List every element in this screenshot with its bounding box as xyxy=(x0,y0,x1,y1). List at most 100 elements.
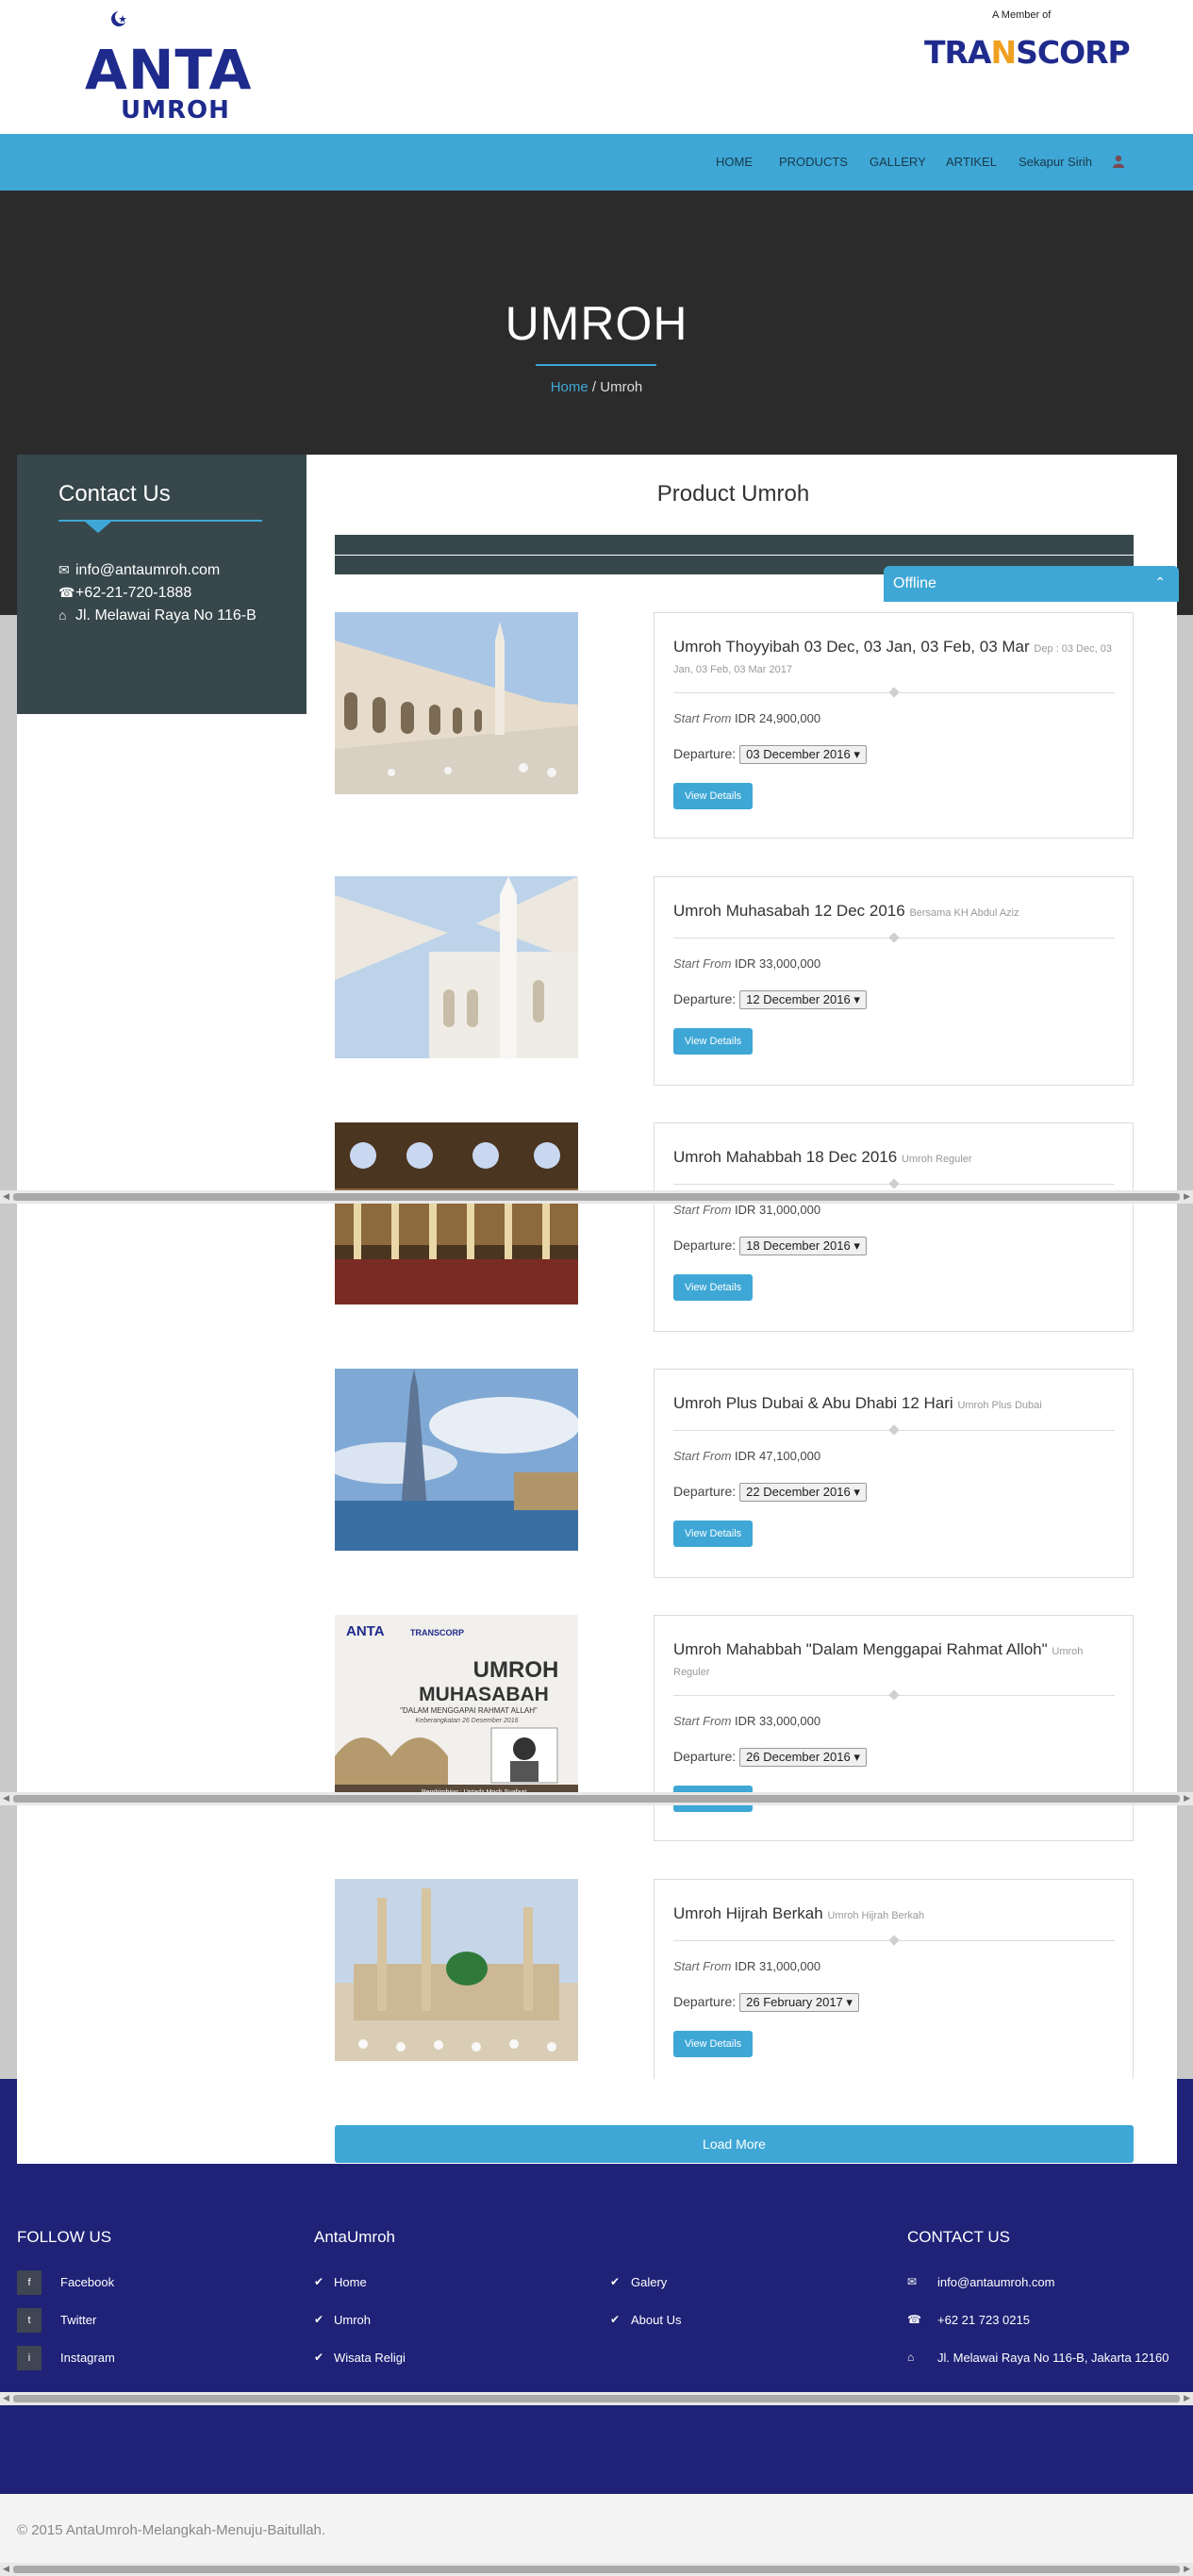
site-header: ANTA UMROH A Member of TRANSCORP xyxy=(0,0,1193,134)
scroll-left-arrow-icon[interactable]: ◀ xyxy=(3,1191,9,1202)
view-details-button-1[interactable]: View Details xyxy=(673,783,753,809)
footer-instagram-link[interactable]: Instagram xyxy=(60,2351,115,2365)
check-icon: ✔ xyxy=(314,2351,324,2364)
departure-select-1[interactable]: 03 December 2016 ▾ xyxy=(739,745,867,764)
product-name-4[interactable]: Umroh Plus Dubai & Abu Dhabi 12 Hari Umr… xyxy=(673,1394,1117,1415)
main-navbar: HOME PRODUCTS GALLERY ARTIKEL Sekapur Si… xyxy=(0,134,1193,191)
product-subtitle-6: Umroh Hijrah Berkah xyxy=(827,1910,925,1921)
horizontal-scrollbar[interactable]: ◀ ▶ xyxy=(0,2563,1193,2576)
footer-link-about-us[interactable]: About Us xyxy=(631,2313,681,2327)
crescent-icon xyxy=(111,10,128,26)
product-title-3: Umroh Mahabbah 18 Dec 2016 xyxy=(673,1148,898,1166)
product-price-4: Start From IDR 47,100,000 xyxy=(673,1449,820,1463)
product-price-6: Start From IDR 31,000,000 xyxy=(673,1959,820,1973)
horizontal-scrollbar[interactable]: ◀ ▶ xyxy=(0,1190,1193,1204)
product-name-5[interactable]: Umroh Mahabbah "Dalam Menggapai Rahmat A… xyxy=(673,1640,1117,1682)
contact-email[interactable]: info@antaumroh.com xyxy=(75,562,220,578)
product-image-2[interactable] xyxy=(335,876,578,1058)
horizontal-scrollbar[interactable]: ◀ ▶ xyxy=(0,2392,1193,2405)
view-details-button-4[interactable]: View Details xyxy=(673,1521,753,1547)
mosque-interior-photo xyxy=(335,1122,578,1305)
start-from-label-5: Start From xyxy=(673,1714,732,1728)
scroll-left-arrow-icon[interactable]: ◀ xyxy=(3,1793,9,1803)
start-from-label-4: Start From xyxy=(673,1449,732,1463)
departure-select-2[interactable]: 12 December 2016 ▾ xyxy=(739,990,867,1009)
poster-date: Keberangkatan 26 Desember 2016 xyxy=(416,1718,519,1724)
contact-address-row: ⌂ Jl. Melawai Raya No 116-B xyxy=(58,607,257,624)
departure-select-value-3: 18 December 2016 xyxy=(746,1238,851,1253)
footer-link-galery[interactable]: Galery xyxy=(631,2275,667,2289)
footer-twitter-link[interactable]: Twitter xyxy=(60,2313,96,2327)
breadcrumb-home-link[interactable]: Home xyxy=(551,379,588,395)
nav-artikel[interactable]: ARTIKEL xyxy=(946,155,997,169)
page-title: UMROH xyxy=(505,297,688,350)
scroll-left-arrow-icon[interactable]: ◀ xyxy=(3,2564,9,2574)
product-price-value-3: IDR 31,000,000 xyxy=(735,1203,821,1217)
departure-select-3[interactable]: 18 December 2016 ▾ xyxy=(739,1237,867,1255)
mosque-umbrellas-photo xyxy=(335,876,578,1058)
nav-products[interactable]: PRODUCTS xyxy=(779,155,848,169)
product-image-3[interactable] xyxy=(335,1122,578,1305)
facebook-icon[interactable]: f xyxy=(17,2270,41,2295)
view-details-button-6[interactable]: View Details xyxy=(673,2031,753,2057)
product-name-2[interactable]: Umroh Muhasabah 12 Dec 2016 Bersama KH A… xyxy=(673,902,1117,922)
footer-link-home[interactable]: Home xyxy=(334,2275,367,2289)
product-price-value-4: IDR 47,100,000 xyxy=(735,1449,821,1463)
departure-select-value-2: 12 December 2016 xyxy=(746,992,851,1006)
departure-select-6[interactable]: 26 February 2017 ▾ xyxy=(739,1993,859,2012)
logo-sub-text: UMROH xyxy=(121,96,230,125)
scroll-right-arrow-icon[interactable]: ▶ xyxy=(1184,2564,1190,2574)
divider-diamond-icon xyxy=(888,1178,900,1189)
product-image-6[interactable] xyxy=(335,1879,578,2061)
instagram-icon[interactable]: i xyxy=(17,2346,41,2370)
departure-row-4: Departure: 22 December 2016 ▾ xyxy=(673,1483,867,1502)
transcorp-logo-part-2: N xyxy=(990,34,1017,71)
product-image-5[interactable]: ANTA TRANSCORP UMROH MUHASABAH "DALAM ME… xyxy=(335,1615,578,1797)
footer-link-umroh[interactable]: Umroh xyxy=(334,2313,371,2327)
scrollbar-thumb[interactable] xyxy=(13,2395,1180,2402)
breadcrumb-current: Umroh xyxy=(600,379,643,395)
scrollbar-thumb[interactable] xyxy=(13,1795,1180,1803)
home-icon: ⌂ xyxy=(907,2351,915,2364)
nav-home[interactable]: HOME xyxy=(716,155,753,169)
horizontal-scrollbar[interactable]: ◀ ▶ xyxy=(0,1792,1193,1805)
umroh-muhasabah-poster: ANTA TRANSCORP UMROH MUHASABAH "DALAM ME… xyxy=(335,1615,578,1797)
product-name-6[interactable]: Umroh Hijrah Berkah Umroh Hijrah Berkah xyxy=(673,1904,1117,1925)
departure-select-4[interactable]: 22 December 2016 ▾ xyxy=(739,1483,867,1502)
scroll-right-arrow-icon[interactable]: ▶ xyxy=(1184,1191,1190,1202)
filter-bar-line xyxy=(335,555,1134,556)
product-price-2: Start From IDR 33,000,000 xyxy=(673,956,820,971)
anta-umroh-logo[interactable]: ANTA UMROH xyxy=(85,9,283,127)
footer-contact-email[interactable]: info@antaumroh.com xyxy=(937,2275,1054,2289)
product-subtitle-3: Umroh Reguler xyxy=(901,1154,972,1165)
footer-facebook-link[interactable]: Facebook xyxy=(60,2275,114,2289)
scroll-right-arrow-icon[interactable]: ▶ xyxy=(1184,2393,1190,2403)
departure-label-3: Departure: xyxy=(673,1238,737,1253)
product-image-1[interactable] xyxy=(335,612,578,794)
twitter-icon[interactable]: t xyxy=(17,2308,41,2333)
departure-select-5[interactable]: 26 December 2016 ▾ xyxy=(739,1748,867,1767)
product-card-1: Umroh Thoyyibah 03 Dec, 03 Jan, 03 Feb, … xyxy=(654,612,1134,839)
check-icon: ✔ xyxy=(314,2275,324,2288)
load-more-button[interactable]: Load More xyxy=(335,2125,1134,2163)
scrollbar-thumb[interactable] xyxy=(13,2566,1180,2573)
view-details-button-2[interactable]: View Details xyxy=(673,1028,753,1055)
product-image-4[interactable] xyxy=(335,1369,578,1551)
scrollbar-thumb[interactable] xyxy=(13,1193,1180,1201)
footer-link-wisata-religi[interactable]: Wisata Religi xyxy=(334,2351,406,2365)
contact-address: Jl. Melawai Raya No 116-B xyxy=(75,607,257,623)
scroll-right-arrow-icon[interactable]: ▶ xyxy=(1184,1793,1190,1803)
chevron-up-icon[interactable]: ⌃ xyxy=(1154,574,1166,590)
headset-icon: ☎ xyxy=(907,2313,921,2326)
product-name-3[interactable]: Umroh Mahabbah 18 Dec 2016 Umroh Reguler xyxy=(673,1148,1117,1169)
product-title-1: Umroh Thoyyibah 03 Dec, 03 Jan, 03 Feb, … xyxy=(673,638,1030,656)
nav-sekapur-sirih[interactable]: Sekapur Sirih xyxy=(1019,155,1092,169)
user-icon[interactable] xyxy=(1113,155,1124,168)
view-details-button-3[interactable]: View Details xyxy=(673,1274,753,1301)
scroll-left-arrow-icon[interactable]: ◀ xyxy=(3,2393,9,2403)
nav-gallery[interactable]: GALLERY xyxy=(870,155,926,169)
chat-widget-tab[interactable]: Offline ⌃ xyxy=(884,566,1179,602)
product-name-1[interactable]: Umroh Thoyyibah 03 Dec, 03 Jan, 03 Feb, … xyxy=(673,638,1117,679)
contact-email-row[interactable]: ✉ info@antaumroh.com xyxy=(58,562,220,579)
departure-label-2: Departure: xyxy=(673,991,737,1006)
